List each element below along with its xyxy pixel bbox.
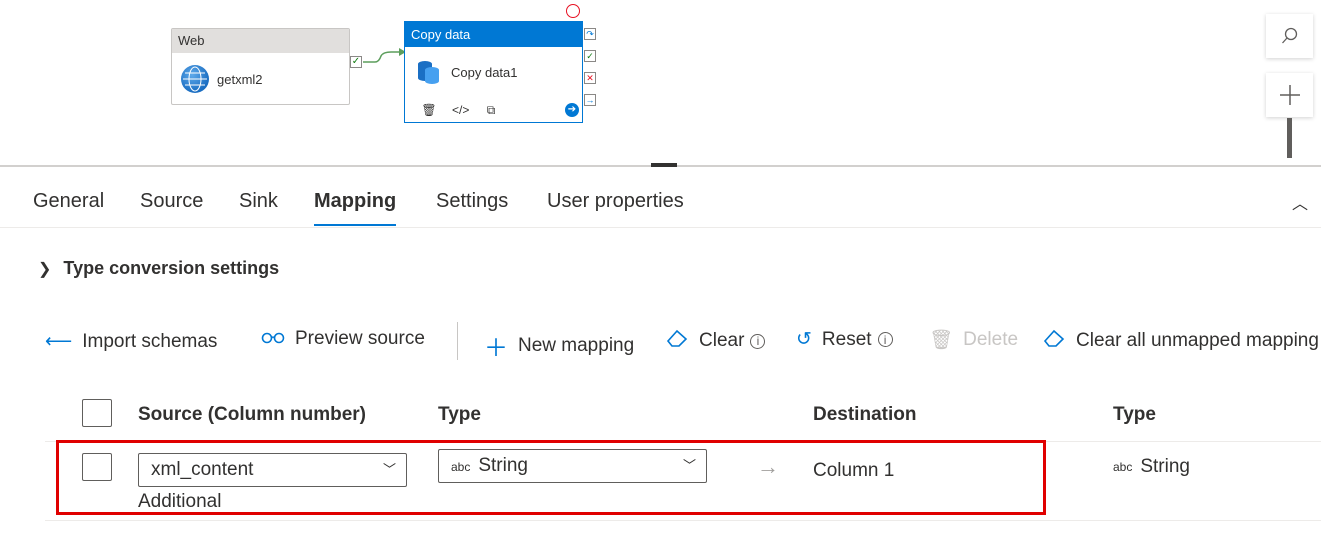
tab-source[interactable]: Source — [140, 190, 203, 213]
delete-button[interactable]: 🗑 Delete — [929, 328, 1018, 352]
import-schemas-label: Import schemas — [82, 330, 218, 352]
reset-button[interactable]: ↺ Reset i — [796, 328, 893, 351]
zoom-in-button[interactable] — [1266, 73, 1313, 117]
preview-source-button[interactable]: Preview source — [261, 328, 425, 350]
web-activity-type: Web — [172, 29, 349, 53]
string-type-icon: abc — [1113, 460, 1133, 474]
tab-sink[interactable]: Sink — [239, 190, 278, 213]
zoom-slider[interactable] — [1287, 118, 1292, 158]
type-conversion-toggle[interactable]: ❯ Type conversion settings — [38, 258, 279, 279]
chevron-right-icon: ❯ — [38, 260, 52, 278]
plus-icon — [1279, 85, 1300, 105]
destination-column-header: Destination — [813, 404, 917, 425]
completion-output-icon[interactable]: → — [584, 94, 596, 106]
copy-activity-type: Copy data — [405, 22, 582, 47]
destination-value: Column 1 — [813, 460, 895, 481]
destination-type-column-header: Type — [1113, 404, 1156, 425]
clear-unmapped-button[interactable]: Clear all unmapped mapping — [1042, 328, 1319, 354]
eraser-icon — [1042, 328, 1066, 354]
clear-label: Clear — [699, 330, 745, 351]
additional-label: Additional — [138, 491, 222, 512]
database-icon — [418, 61, 439, 84]
web-activity-node[interactable]: Web getxml2 — [171, 28, 350, 105]
pipeline-canvas[interactable]: Web getxml2 ✓ Copy data Copy data1 🗑 </>… — [0, 0, 1321, 166]
annotation-circle — [566, 4, 580, 18]
eraser-icon — [665, 328, 689, 354]
chevron-down-icon: ﹀ — [682, 458, 696, 473]
type-conversion-label: Type conversion settings — [63, 258, 280, 278]
type-column-header: Type — [438, 404, 481, 425]
info-icon[interactable]: i — [750, 333, 766, 349]
new-mapping-button[interactable]: ＋ New mapping — [484, 328, 634, 363]
success-output-icon-2[interactable]: ✓ — [584, 50, 596, 62]
source-column-header: Source (Column number) — [138, 404, 367, 425]
skip-output-icon[interactable]: ↷ — [584, 28, 596, 40]
chevron-down-icon: ﹀ — [382, 462, 396, 477]
delete-label: Delete — [963, 329, 1019, 350]
copy-activity-node[interactable]: Copy data Copy data1 🗑 </> ⧉ ➔ — [404, 21, 583, 123]
trash-icon: 🗑 — [929, 330, 954, 351]
collapse-panel-icon[interactable]: ︿ — [1292, 190, 1308, 214]
properties-tabs: General Source Sink Mapping Settings Use… — [0, 167, 1321, 228]
clear-button[interactable]: Clear i — [665, 328, 766, 354]
new-mapping-label: New mapping — [518, 334, 635, 356]
source-column-select[interactable]: xml_content ﹀ — [138, 453, 407, 487]
import-schemas-button[interactable]: ⟵ Import schemas — [45, 330, 217, 353]
source-type-select[interactable]: abc String ﹀ — [438, 449, 707, 483]
destination-type-value: String — [1140, 456, 1190, 477]
reset-label: Reset — [821, 328, 872, 350]
run-icon[interactable]: ➔ — [565, 103, 579, 117]
tab-mapping[interactable]: Mapping — [314, 190, 397, 226]
info-icon[interactable]: i — [877, 332, 893, 347]
fail-output-icon[interactable]: ✕ — [584, 72, 596, 84]
clear-unmapped-label: Clear all unmapped mapping — [1076, 330, 1319, 351]
arrow-right-icon: → — [757, 454, 779, 479]
glasses-icon — [261, 328, 285, 350]
string-type-icon: abc — [451, 460, 471, 474]
row-divider — [45, 520, 1321, 521]
plus-icon: ＋ — [484, 335, 508, 362]
tab-settings[interactable]: Settings — [436, 190, 508, 213]
import-icon: ⟵ — [45, 331, 73, 352]
source-type-value: String — [478, 455, 528, 476]
code-icon[interactable]: </> — [452, 102, 469, 118]
copy-icon[interactable]: ⧉ — [483, 102, 499, 118]
dependency-connector[interactable] — [361, 44, 407, 66]
search-icon — [1281, 27, 1297, 44]
reset-icon: ↺ — [796, 329, 812, 350]
mapping-toolbar: ⟵ Import schemas Preview source ＋ New ma… — [0, 322, 1321, 362]
tab-user-properties[interactable]: User properties — [547, 190, 684, 213]
copy-activity-name: Copy data1 — [451, 64, 518, 80]
globe-icon — [181, 65, 209, 93]
destination-type: abc String — [1113, 456, 1190, 478]
select-all-checkbox[interactable] — [82, 399, 112, 427]
source-column-value: xml_content — [151, 459, 254, 480]
search-button[interactable] — [1266, 14, 1313, 58]
delete-icon[interactable]: 🗑 — [421, 102, 437, 118]
row-checkbox[interactable] — [82, 453, 112, 481]
preview-source-label: Preview source — [295, 328, 425, 349]
web-activity-name: getxml2 — [217, 71, 263, 87]
toolbar-separator — [457, 322, 458, 360]
tab-general[interactable]: General — [33, 190, 104, 213]
header-divider — [45, 441, 1321, 442]
